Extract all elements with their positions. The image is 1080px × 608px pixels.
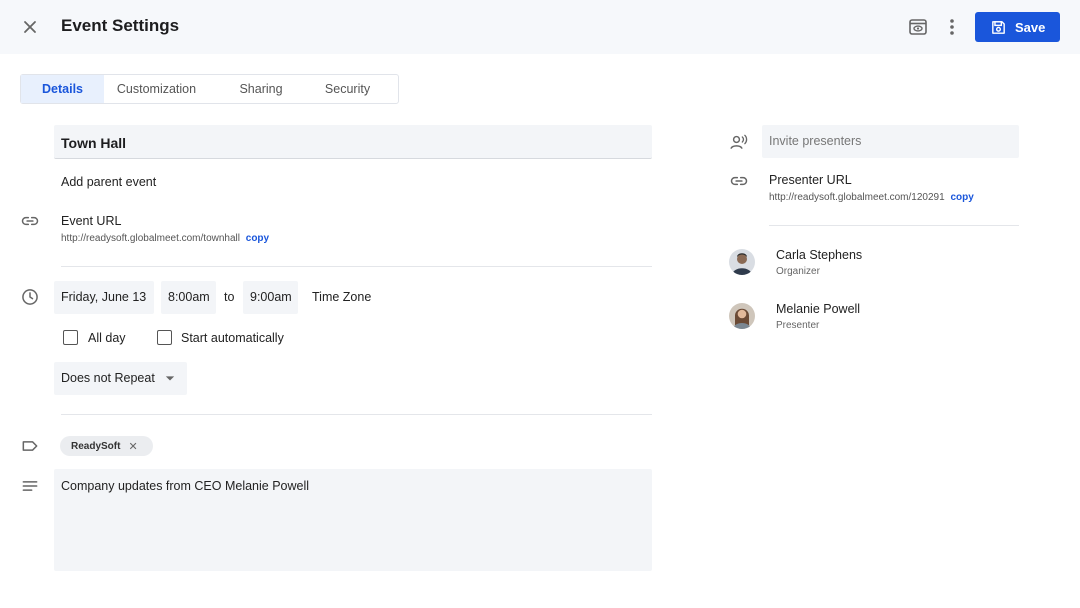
timezone-selector[interactable]: Time Zone xyxy=(312,290,371,304)
save-button[interactable]: Save xyxy=(975,12,1060,42)
start-automatically-label: Start automatically xyxy=(181,331,284,345)
person-role: Organizer xyxy=(776,266,820,277)
event-url-text: http://readysoft.globalmeet.com/townhall xyxy=(61,233,240,244)
event-name-input[interactable] xyxy=(54,125,652,159)
preview-icon xyxy=(909,19,927,35)
person-name: Carla Stephens xyxy=(776,248,863,262)
tab-security[interactable]: Security xyxy=(313,75,382,103)
tag-chip: ReadySoft ✕ xyxy=(60,436,153,456)
remove-tag-icon[interactable]: ✕ xyxy=(128,440,137,453)
divider xyxy=(61,414,652,415)
avatar xyxy=(729,249,755,275)
preview-button[interactable] xyxy=(906,15,930,39)
avatar xyxy=(729,303,755,329)
tab-bar: Details Customization Sharing Security xyxy=(20,74,399,104)
start-time-value: 8:00am xyxy=(168,290,210,304)
close-icon xyxy=(24,21,36,33)
top-bar: Event Settings Save xyxy=(0,0,1080,54)
tag-chip-label: ReadySoft xyxy=(71,440,121,452)
tag-icon xyxy=(20,436,40,456)
presenter-voice-icon xyxy=(729,132,749,152)
end-time-value: 9:00am xyxy=(250,290,292,304)
page-title: Event Settings xyxy=(61,16,180,35)
divider xyxy=(61,266,652,267)
copy-presenter-url-button[interactable]: copy xyxy=(950,192,973,203)
clock-icon xyxy=(20,287,40,307)
tab-sharing[interactable]: Sharing xyxy=(209,75,313,103)
more-options-button[interactable] xyxy=(940,15,964,39)
all-day-label: All day xyxy=(88,331,126,345)
repeat-value: Does not Repeat xyxy=(61,371,155,385)
save-icon xyxy=(992,20,1005,34)
save-button-label: Save xyxy=(1015,19,1046,35)
presenter-url-value: http://readysoft.globalmeet.com/120291 c… xyxy=(769,192,974,203)
event-url-label: Event URL xyxy=(61,214,122,228)
copy-event-url-button[interactable]: copy xyxy=(246,233,269,244)
all-day-checkbox[interactable] xyxy=(63,330,78,345)
tab-details[interactable]: Details xyxy=(21,75,104,103)
start-automatically-checkbox[interactable] xyxy=(157,330,172,345)
description-value: Company updates from CEO Melanie Powell xyxy=(61,479,310,493)
link-icon xyxy=(20,211,40,231)
more-vertical-icon xyxy=(950,19,954,35)
event-url-value: http://readysoft.globalmeet.com/townhall… xyxy=(61,233,269,244)
divider xyxy=(769,225,1019,226)
add-parent-event-link[interactable]: Add parent event xyxy=(61,175,156,189)
person-role: Presenter xyxy=(776,320,820,331)
link-icon xyxy=(729,171,749,191)
close-button[interactable] xyxy=(18,15,42,39)
date-value: Friday, June 13 xyxy=(61,290,147,304)
presenter-url-label: Presenter URL xyxy=(769,173,852,187)
notes-icon xyxy=(20,476,40,496)
chevron-down-icon xyxy=(160,368,180,388)
person-name: Melanie Powell xyxy=(776,302,861,316)
event-name-value: Town Hall xyxy=(61,135,127,151)
tab-customization[interactable]: Customization xyxy=(104,75,209,103)
presenter-url-text: http://readysoft.globalmeet.com/120291 xyxy=(769,192,945,203)
to-label: to xyxy=(224,290,235,304)
invite-presenters-placeholder: Invite presenters xyxy=(769,134,862,148)
